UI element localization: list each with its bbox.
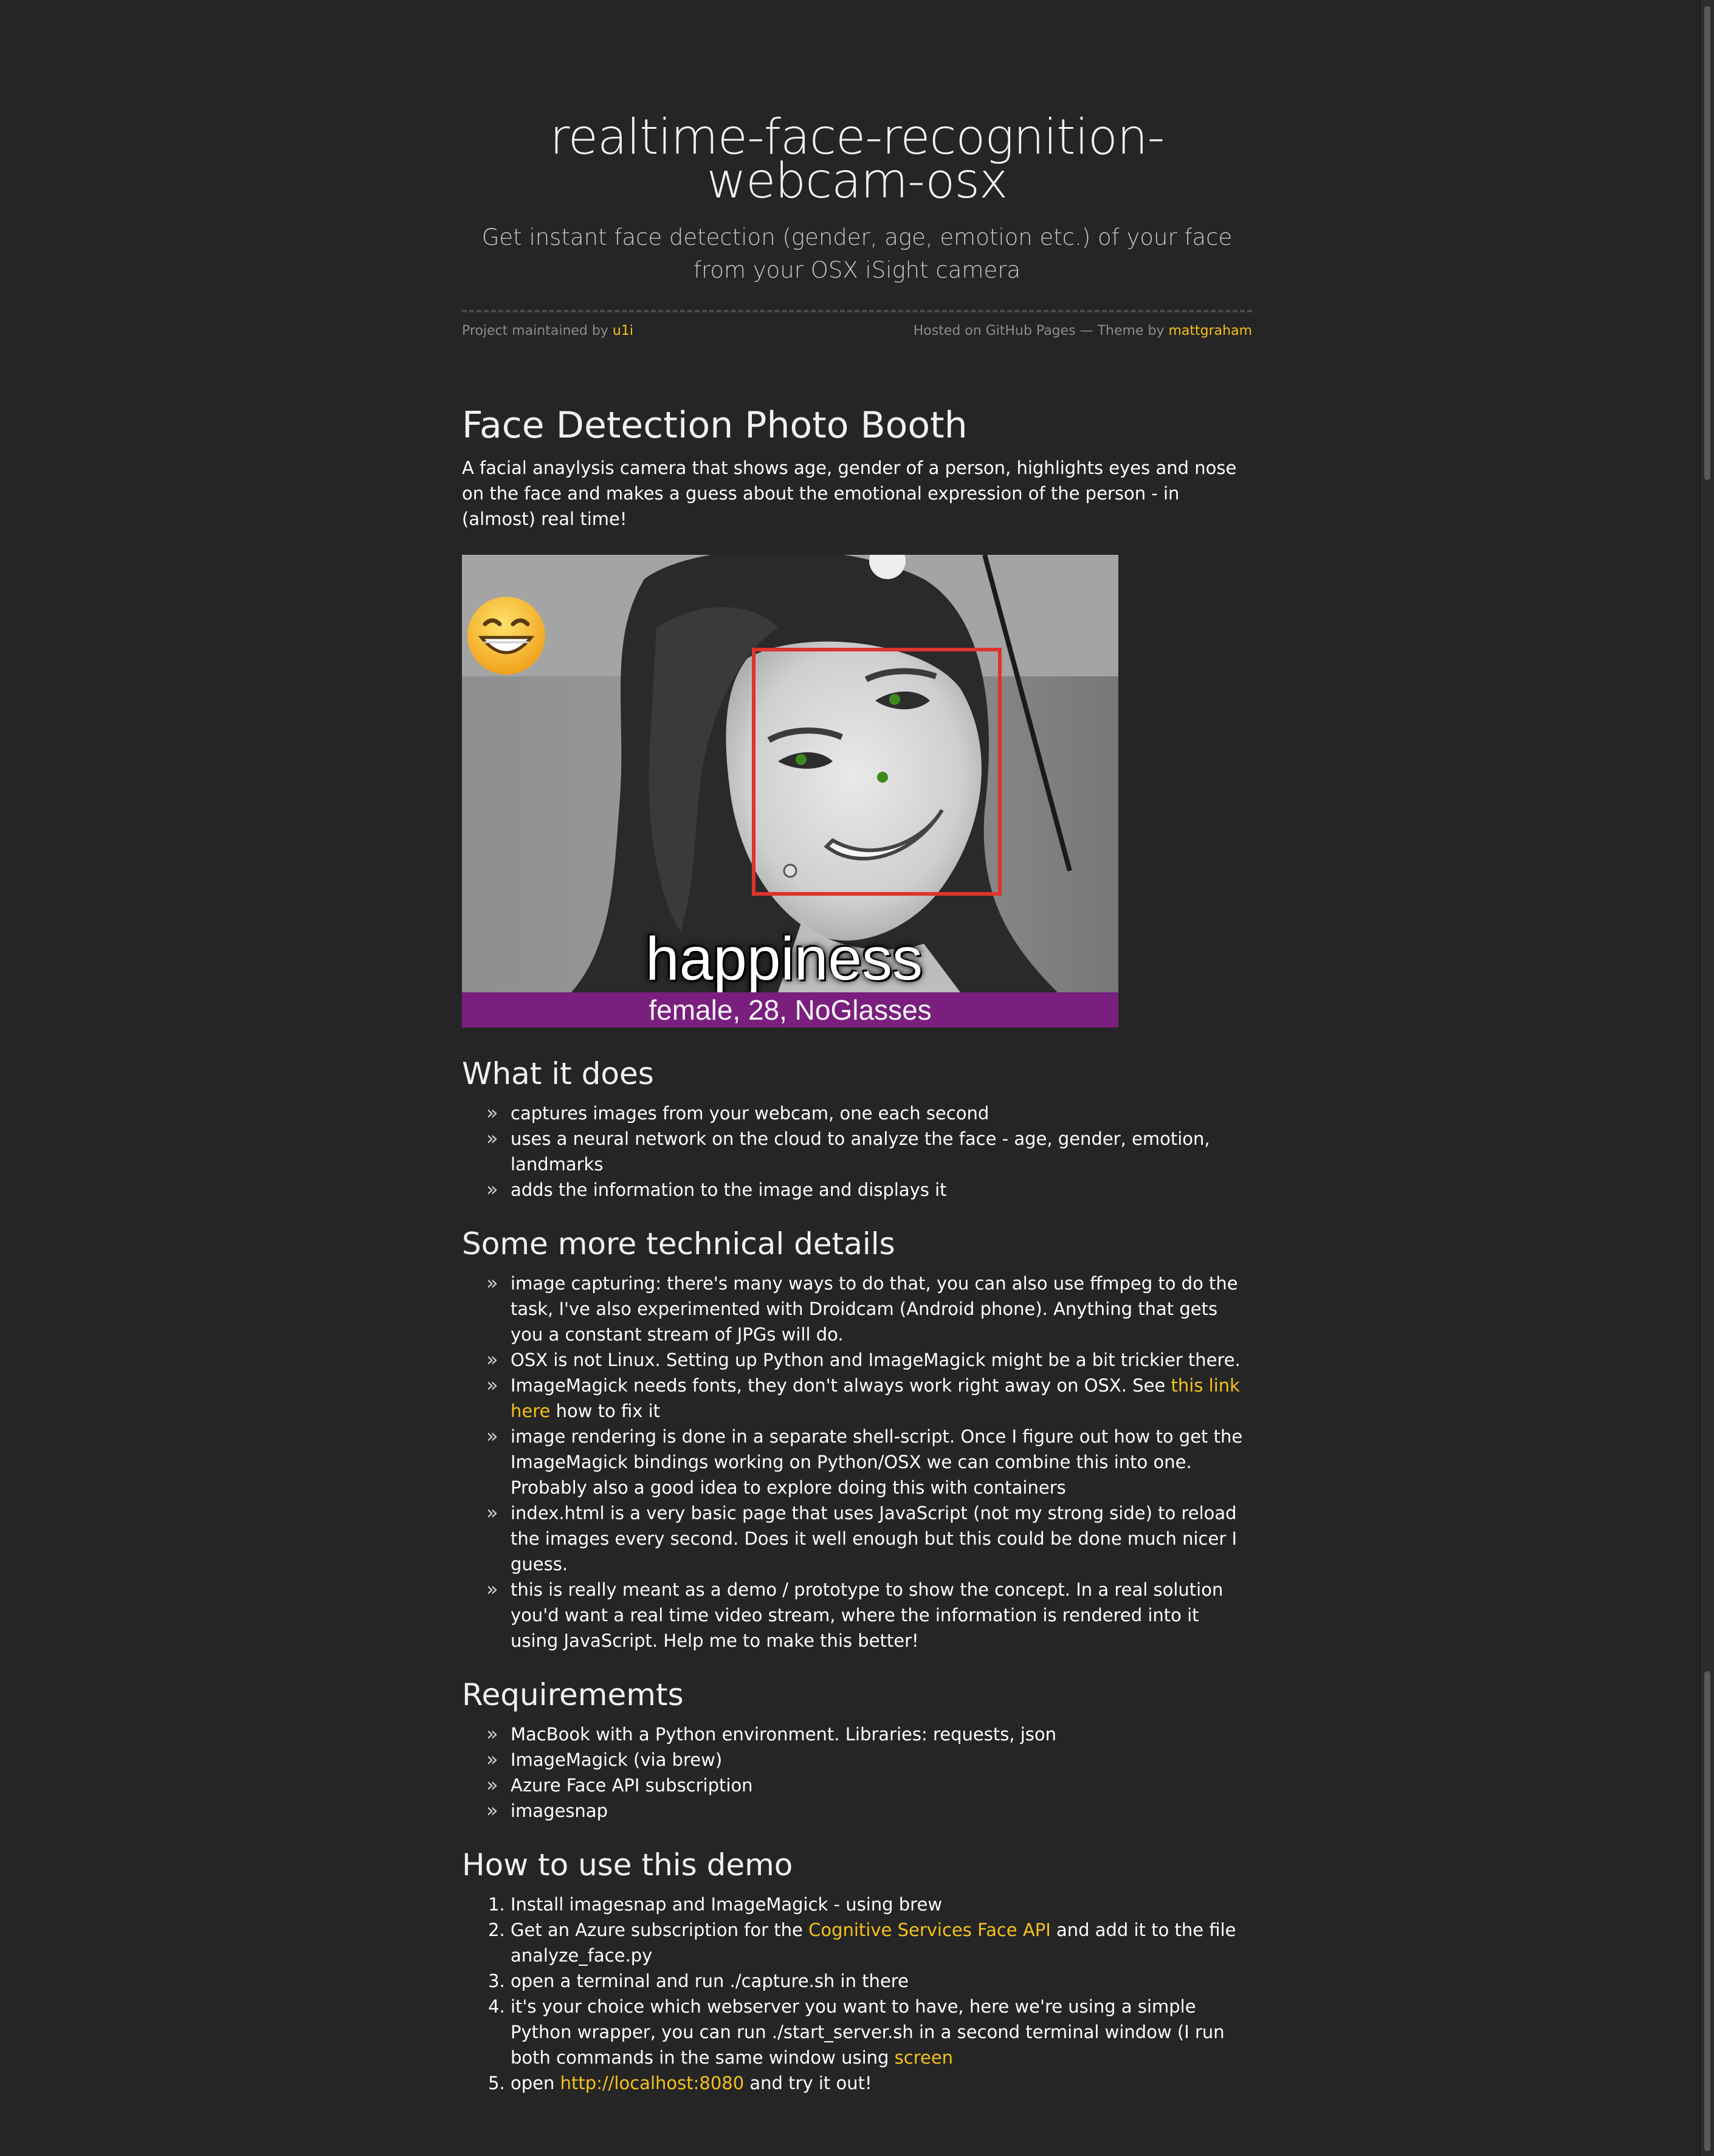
chevron-double-right-icon: »: [486, 1799, 498, 1822]
chevron-double-right-icon: »: [486, 1271, 498, 1294]
list-item-text: Azure Face API subscription: [511, 1775, 753, 1796]
credits-bar: Project maintained by u1i Hosted on GitH…: [462, 323, 1252, 338]
list-item-text: Install imagesnap and ImageMagick - usin…: [511, 1894, 943, 1915]
scrollbar-thumb[interactable]: [1704, 6, 1710, 480]
chevron-double-right-icon: »: [486, 1127, 498, 1150]
list-item-text: image capturing: there's many ways to do…: [511, 1273, 1238, 1345]
requirements-list: » MacBook with a Python environment. Libr…: [462, 1722, 1252, 1824]
list-item: » ImageMagick needs fonts, they don't alw…: [486, 1373, 1252, 1424]
chevron-double-right-icon: »: [486, 1178, 498, 1201]
chevron-double-right-icon: »: [486, 1424, 498, 1447]
list-item-text: and try it out!: [744, 2073, 872, 2093]
list-item: » adds the information to the image and d…: [486, 1177, 1252, 1203]
section-title-what-it-does: What it does: [462, 1056, 654, 1091]
page-tagline: Get instant face detection (gender, age,…: [481, 224, 1233, 283]
section-title-how-to-use: How to use this demo: [462, 1847, 793, 1883]
chevron-double-right-icon: »: [486, 1578, 498, 1601]
list-item-text: MacBook with a Python environment. Libra…: [511, 1724, 1057, 1745]
list-item-text: uses a neural network on the cloud to an…: [511, 1128, 1210, 1175]
chevron-double-right-icon: »: [486, 1722, 498, 1745]
chevron-double-right-icon: »: [486, 1373, 498, 1396]
list-item-text: it's your choice which webserver you wan…: [511, 1996, 1225, 2068]
maintainer-prefix: Project maintained by: [462, 323, 608, 338]
page-header: realtime-face-recognition-webcam-osx Get…: [462, 109, 1252, 338]
list-item-text: ImageMagick needs fonts, they don't alwa…: [511, 1375, 1171, 1396]
list-item: » this is really meant as a demo / protot…: [486, 1577, 1252, 1653]
chevron-double-right-icon: »: [486, 1748, 498, 1771]
theme-author-link[interactable]: mattgraham: [1168, 323, 1252, 338]
how-to-steps-list: Install imagesnap and ImageMagick - usin…: [462, 1892, 1252, 2096]
list-item: » uses a neural network on the cloud to a…: [486, 1126, 1252, 1177]
list-item-text: OSX is not Linux. Setting up Python and …: [511, 1350, 1241, 1370]
list-item: » index.html is a very basic page that us…: [486, 1500, 1252, 1577]
scrollbar[interactable]: [1699, 0, 1714, 2156]
hosted-prefix: Hosted on GitHub Pages — Theme by: [913, 323, 1165, 338]
maintainer-credit: Project maintained by u1i: [462, 323, 633, 338]
emotion-label: happiness: [645, 925, 923, 993]
section-title-requirements: Requirememts: [462, 1677, 684, 1712]
page-content: realtime-face-recognition-webcam-osx Get…: [462, 109, 1252, 2096]
list-item: » MacBook with a Python environment. Libr…: [486, 1722, 1252, 1747]
face-api-link[interactable]: Cognitive Services Face API: [808, 1920, 1051, 1940]
list-item: » imagesnap: [486, 1798, 1252, 1824]
chevron-double-right-icon: »: [486, 1348, 498, 1371]
list-item: » image rendering is done in a separate s…: [486, 1424, 1252, 1500]
chevron-double-right-icon: »: [486, 1501, 498, 1524]
list-item-text: ImageMagick (via brew): [511, 1749, 723, 1770]
maintainer-link[interactable]: u1i: [613, 323, 633, 338]
list-item: it's your choice which webserver you wan…: [511, 1994, 1252, 2070]
section-title-photo-booth: Face Detection Photo Booth: [462, 404, 968, 447]
scrollbar-thumb-lower[interactable]: [1704, 1671, 1710, 2151]
list-item: » Azure Face API subscription: [486, 1773, 1252, 1798]
screen-link[interactable]: screen: [895, 2047, 953, 2068]
header-divider: [462, 310, 1252, 312]
localhost-link[interactable]: http://localhost:8080: [560, 2073, 745, 2093]
hosting-credit: Hosted on GitHub Pages — Theme by mattgr…: [914, 323, 1252, 338]
list-item-text: open a terminal and run ./capture.sh in …: [511, 1971, 909, 1991]
list-item-text: index.html is a very basic page that use…: [511, 1503, 1237, 1574]
list-item: Install imagesnap and ImageMagick - usin…: [511, 1892, 1252, 1917]
main-section: Face Detection Photo Booth A facial anay…: [462, 404, 1252, 2096]
list-item: Get an Azure subscription for the Cognit…: [511, 1917, 1252, 1968]
list-item: » image capturing: there's many ways to d…: [486, 1271, 1252, 1347]
section-title-technical-details: Some more technical details: [462, 1226, 895, 1262]
list-item: » captures images from your webcam, one e…: [486, 1100, 1252, 1126]
list-item: » OSX is not Linux. Setting up Python and…: [486, 1347, 1252, 1373]
list-item: » ImageMagick (via brew): [486, 1747, 1252, 1773]
list-item-text: this is really meant as a demo / prototy…: [511, 1579, 1224, 1651]
grinning-face-emoji-icon: [467, 597, 545, 675]
list-item-text: image rendering is done in a separate sh…: [511, 1426, 1243, 1498]
attributes-text: female, 28, NoGlasses: [649, 994, 932, 1026]
demo-photo: happiness female, 28, NoGlasses: [462, 555, 1118, 1028]
chevron-double-right-icon: »: [486, 1101, 498, 1124]
list-item-text: open: [511, 2073, 560, 2093]
list-item: open http://localhost:8080 and try it ou…: [511, 2070, 1252, 2096]
what-it-does-list: » captures images from your webcam, one e…: [462, 1100, 1252, 1203]
technical-details-list: » image capturing: there's many ways to d…: [462, 1271, 1252, 1653]
list-item-text: adds the information to the image and di…: [511, 1179, 947, 1200]
list-item-text: how to fix it: [550, 1401, 661, 1421]
intro-paragraph: A facial anaylysis camera that shows age…: [462, 458, 1237, 529]
page-title: realtime-face-recognition-webcam-osx: [549, 109, 1165, 209]
list-item-text: captures images from your webcam, one ea…: [511, 1103, 990, 1124]
chevron-double-right-icon: »: [486, 1773, 498, 1796]
list-item-text: Get an Azure subscription for the: [511, 1920, 809, 1940]
attributes-band: female, 28, NoGlasses: [462, 992, 1118, 1028]
list-item-text: imagesnap: [511, 1801, 608, 1821]
list-item: open a terminal and run ./capture.sh in …: [511, 1968, 1252, 1994]
